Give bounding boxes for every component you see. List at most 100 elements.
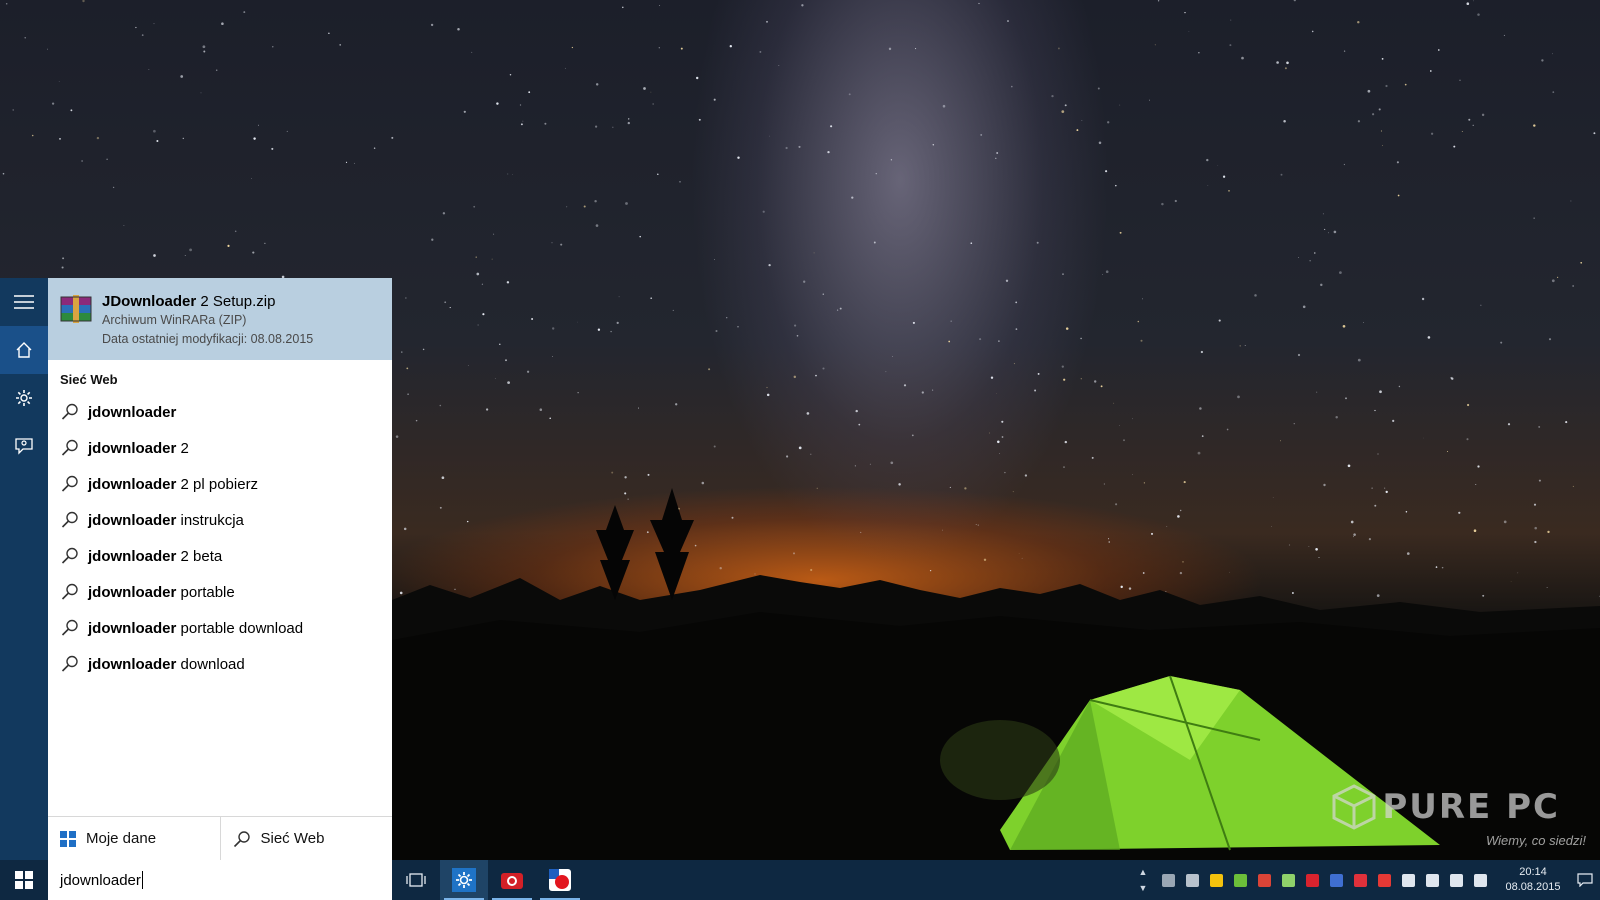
watermark-brand: PURE PC: [1382, 786, 1560, 827]
start-menu: JDownloader 2 Setup.zip Archiwum WinRARa…: [0, 278, 392, 860]
search-icon: [61, 655, 78, 672]
clock-time: 20:14: [1519, 866, 1547, 878]
taskbar-apps: [392, 860, 584, 900]
home-icon: [16, 342, 32, 358]
keyboard-icon-glyph: [1473, 873, 1487, 887]
web-suggestions-list: jdownloader jdownloader 2 jdownloader 2 pl…: [48, 394, 392, 682]
google-drive-icon-glyph: [1209, 873, 1223, 887]
notification-icon: [1577, 873, 1593, 887]
tray-overflow-chevron[interactable]: ▲ ▼: [1134, 860, 1152, 900]
web-suggestion-item[interactable]: jdownloader download: [48, 646, 392, 682]
utorrent-icon-glyph: [1233, 873, 1247, 887]
chevron-down-icon: ▼: [1138, 883, 1148, 893]
web-suggestion-item[interactable]: jdownloader portable download: [48, 610, 392, 646]
record-icon[interactable]: [1372, 860, 1396, 900]
usb-icon[interactable]: [1276, 860, 1300, 900]
volume-icon-glyph: [1449, 873, 1463, 887]
best-match-modified: Data ostatniej modyfikacji: 08.08.2015: [102, 332, 314, 346]
usb-icon-glyph: [1281, 873, 1295, 887]
chevron-up-icon: ▲: [1138, 867, 1148, 877]
keyboard-icon[interactable]: [1468, 860, 1492, 900]
feedback-icon: [15, 438, 33, 455]
pdf-icon[interactable]: [1348, 860, 1372, 900]
start-rail: [0, 278, 48, 860]
utorrent-icon[interactable]: [1228, 860, 1252, 900]
home-button[interactable]: [0, 326, 48, 374]
web-suggestion-item[interactable]: jdownloader: [48, 394, 392, 430]
purepc-watermark: PURE PC Wiemy, co siedzi!: [1332, 784, 1586, 848]
taskbar-search-input[interactable]: jdownloader: [48, 860, 392, 900]
feedback-button[interactable]: [0, 422, 48, 470]
monitor-icon-glyph: [1185, 873, 1199, 887]
battery-icon[interactable]: [1396, 860, 1420, 900]
suggestion-label: jdownloader portable download: [88, 619, 304, 637]
wifi-icon[interactable]: [1420, 860, 1444, 900]
windows-logo-icon: [60, 830, 76, 847]
search-icon: [61, 475, 78, 492]
red-app-icon[interactable]: [1300, 860, 1324, 900]
hamburger-menu-icon: [14, 295, 34, 309]
best-match-type: Archiwum WinRARa (ZIP): [102, 313, 247, 327]
taskbar: jdownloader ▲ ▼ 20:14 08.08.2015: [0, 860, 1600, 900]
red-blue-app-icon: [549, 869, 571, 891]
best-match-result[interactable]: JDownloader 2 Setup.zip Archiwum WinRARa…: [48, 278, 392, 360]
my-stuff-button[interactable]: Moje dane: [48, 817, 220, 860]
red-camera-app-button[interactable]: [488, 860, 536, 900]
cube-logo-icon: [1332, 784, 1376, 830]
clock-date: 08.08.2015: [1505, 881, 1561, 893]
action-center-button[interactable]: [1570, 860, 1600, 900]
web-search-label: Sieć Web: [260, 830, 325, 847]
suggestion-label: jdownloader 2 beta: [88, 547, 223, 565]
gear-icon: [16, 390, 32, 406]
search-query-text: jdownloader: [60, 871, 141, 889]
red-blue-app-button[interactable]: [536, 860, 584, 900]
web-suggestion-item[interactable]: jdownloader portable: [48, 574, 392, 610]
google-drive-icon[interactable]: [1204, 860, 1228, 900]
text-caret: [141, 871, 143, 889]
task-view-icon: [406, 873, 426, 887]
search-icon: [61, 511, 78, 528]
task-view-button[interactable]: [392, 860, 440, 900]
suggestion-label: jdownloader 2: [88, 439, 189, 457]
settings-app-button[interactable]: [440, 860, 488, 900]
tray-icons: [1156, 860, 1492, 900]
search-icon: [61, 619, 78, 636]
web-search-button[interactable]: Sieć Web: [219, 817, 393, 860]
suggestion-label: jdownloader instrukcja: [88, 511, 244, 529]
settings-button[interactable]: [0, 374, 48, 422]
hamburger-menu-button[interactable]: [0, 278, 48, 326]
search-icon: [61, 403, 78, 420]
volume-icon[interactable]: [1444, 860, 1468, 900]
keepass-icon[interactable]: [1324, 860, 1348, 900]
battery-icon-glyph: [1401, 873, 1415, 887]
pdf-icon-glyph: [1353, 873, 1367, 887]
web-suggestion-item[interactable]: jdownloader 2 beta: [48, 538, 392, 574]
search-icon: [61, 439, 78, 456]
onedrive-icon[interactable]: [1156, 860, 1180, 900]
chrome-icon[interactable]: [1252, 860, 1276, 900]
search-icon: [61, 583, 78, 600]
settings-app-icon: [452, 868, 476, 892]
web-suggestion-item[interactable]: jdownloader 2 pl pobierz: [48, 466, 392, 502]
red-camera-app-icon: [501, 873, 523, 889]
taskbar-clock[interactable]: 20:14 08.08.2015: [1496, 865, 1570, 895]
web-section-header: Sieć Web: [60, 372, 118, 387]
web-suggestion-item[interactable]: jdownloader instrukcja: [48, 502, 392, 538]
windows-logo-icon: [15, 871, 33, 889]
red-app-icon-glyph: [1305, 873, 1319, 887]
keepass-icon-glyph: [1329, 873, 1343, 887]
web-suggestion-item[interactable]: jdownloader 2: [48, 430, 392, 466]
suggestion-label: jdownloader portable: [88, 583, 235, 601]
search-icon: [61, 547, 78, 564]
search-scope-bar: Moje dane Sieć Web: [48, 816, 392, 860]
search-results-panel: JDownloader 2 Setup.zip Archiwum WinRARa…: [48, 278, 392, 860]
record-icon-glyph: [1377, 873, 1391, 887]
onedrive-icon-glyph: [1161, 873, 1175, 887]
wifi-icon-glyph: [1425, 873, 1439, 887]
system-tray: ▲ ▼ 20:14 08.08.2015: [1134, 860, 1600, 900]
watermark-tagline: Wiemy, co siedzi!: [1485, 833, 1586, 848]
monitor-icon[interactable]: [1180, 860, 1204, 900]
start-button[interactable]: [0, 860, 48, 900]
suggestion-label: jdownloader 2 pl pobierz: [88, 475, 259, 493]
suggestion-label: jdownloader: [88, 403, 177, 421]
